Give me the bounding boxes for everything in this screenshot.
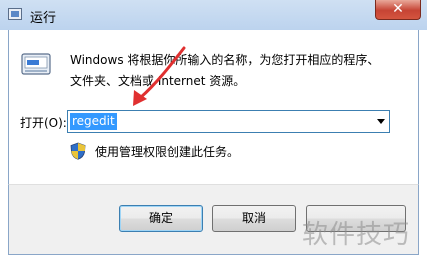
watermark: 软件技巧 [302,220,411,250]
